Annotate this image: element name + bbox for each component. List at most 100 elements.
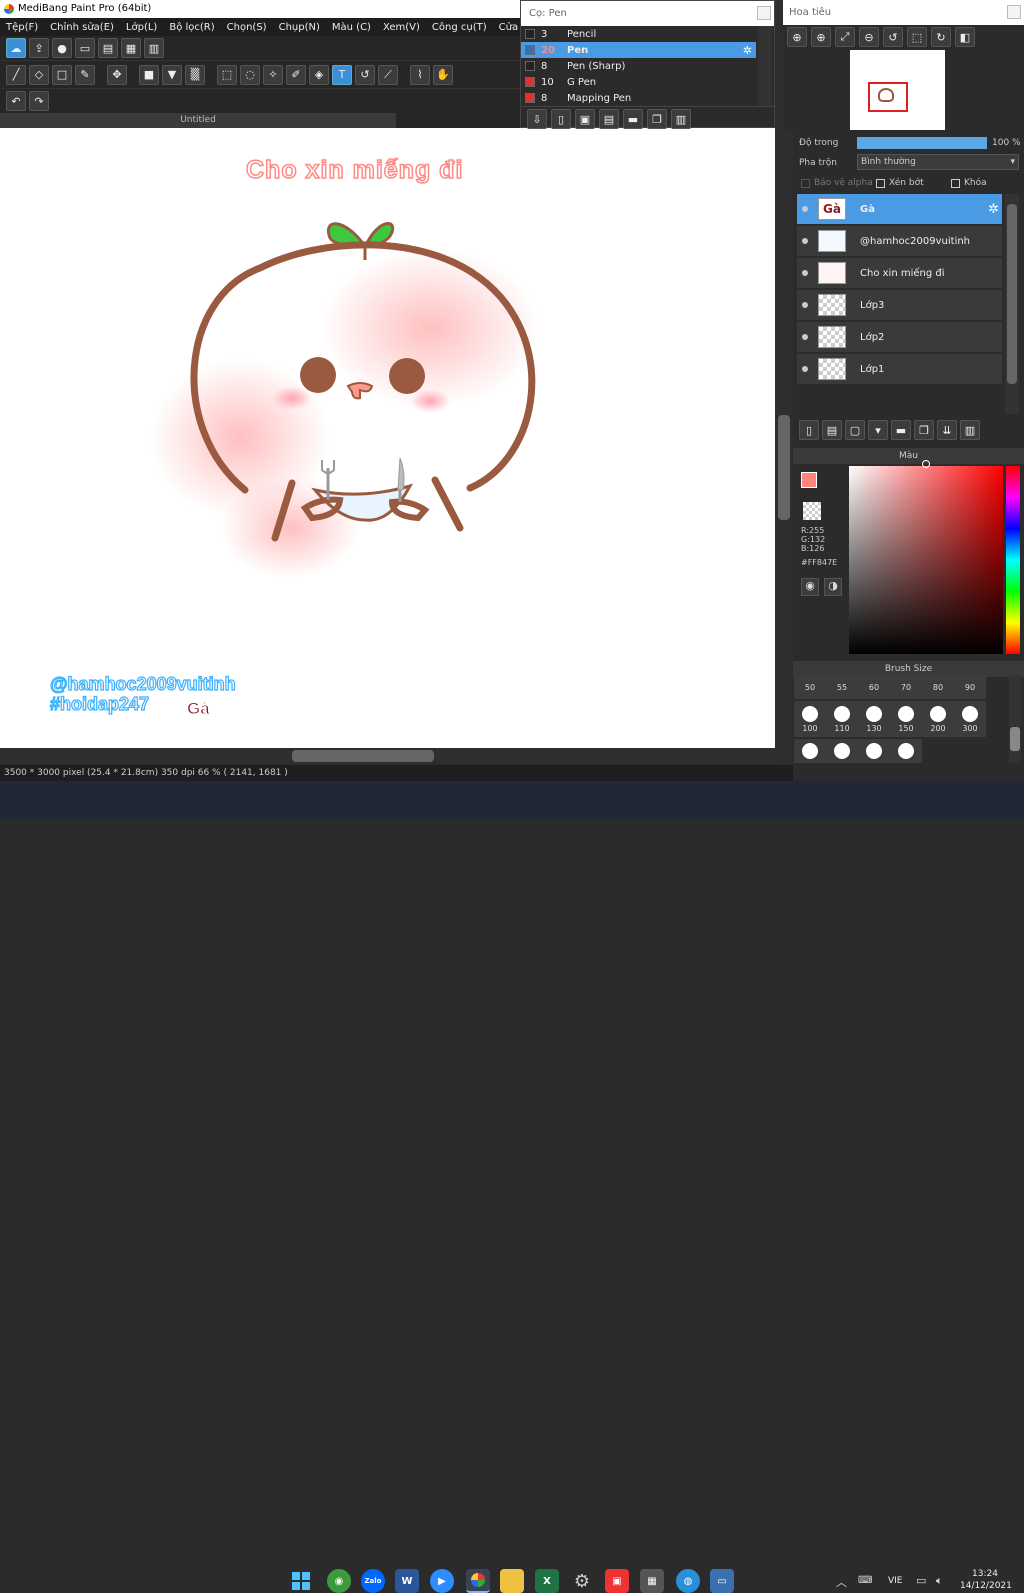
delete-layer-icon[interactable]: ▥ [960,420,980,440]
redo-icon[interactable]: ↷ [29,91,49,111]
magic-wand-icon[interactable]: ✧ [263,64,283,85]
hue-slider[interactable] [1006,466,1020,654]
comment-icon[interactable]: ● [52,38,72,58]
brush-size-option[interactable]: 70 [890,675,922,699]
color-picker-cursor[interactable] [922,460,930,468]
zoom-plus-icon[interactable]: ⊕ [811,27,831,47]
brush-size-option[interactable] [890,739,922,763]
new-layer-1bit-icon[interactable]: ▢ [845,420,865,440]
medibang-taskbar-icon[interactable] [466,1569,490,1593]
gradient-icon[interactable]: ▒ [185,64,205,85]
brush-size-option[interactable] [794,739,826,763]
flip-icon[interactable]: ◧ [955,27,975,47]
language-indicator[interactable]: VIE [888,1576,903,1586]
add-layer-menu-icon[interactable]: ▾ [868,420,888,440]
file-explorer-icon[interactable] [500,1569,524,1593]
layer-item-ga[interactable]: Gà Gà ✲ [797,194,1002,225]
speech-icon[interactable]: ▭ [75,38,95,58]
brush-settings-icon[interactable]: ▣ [575,109,595,129]
menu-capture[interactable]: Chụp(N) [273,22,326,33]
brush-size-option[interactable]: 55 [826,675,858,699]
blend-mode-select[interactable]: Bình thường ▾ [857,154,1019,170]
duplicate-icon[interactable]: ❐ [647,109,667,129]
palette-icon[interactable]: ◉ [801,578,819,596]
eye-icon[interactable] [802,302,808,308]
brush-size-option[interactable]: 50 [794,675,826,699]
clipping-checkbox[interactable]: Xén bớt [876,178,924,188]
menu-edit[interactable]: Chỉnh sửa(E) [44,22,120,33]
brush-size-option[interactable]: 100 [794,701,826,737]
network-icon[interactable]: ▭ [916,1574,926,1587]
brush-size-option[interactable]: 200 [922,701,954,737]
rotate-right-icon[interactable]: ↻ [931,27,951,47]
select-pen-icon[interactable]: ✐ [286,64,306,85]
folder-icon[interactable]: ▬ [623,109,643,129]
menu-filter[interactable]: Bộ lọc(R) [163,22,220,33]
brush-size-option[interactable]: 150 [890,701,922,737]
transparent-color-swatch[interactable] [803,502,821,520]
pen-tool-icon[interactable]: ✎ [75,64,95,85]
brush-icon[interactable]: ╱ [6,64,26,85]
brush-item-selected[interactable]: 20 Pen ✲ [521,42,756,58]
saturation-value-picker[interactable] [849,466,1003,654]
lock-checkbox[interactable]: Khóa [951,178,987,188]
eye-icon[interactable] [802,366,808,372]
divide-icon[interactable]: ⟋ [378,64,398,85]
rotate-left-icon[interactable]: ↺ [883,27,903,47]
gear-icon[interactable]: ✲ [988,202,999,217]
move-icon[interactable]: ✥ [107,64,127,85]
brush-size-scrollbar[interactable] [1009,675,1021,763]
color-history-icon[interactable]: ◑ [824,578,842,596]
browser-globe-icon[interactable]: ◍ [676,1569,700,1593]
keyboard-icon[interactable]: ⌨ [858,1575,872,1586]
vertical-scroll-thumb[interactable] [778,415,790,520]
fit-icon[interactable]: ⤢ [835,27,855,47]
undo-icon[interactable]: ↶ [6,91,26,111]
remote-desktop-icon[interactable]: ▭ [710,1569,734,1593]
brush-size-option[interactable]: 300 [954,701,986,737]
eyedropper-icon[interactable]: ⌇ [410,64,430,85]
operation-icon[interactable]: ↺ [355,64,375,85]
brush-size-option[interactable]: 90 [954,675,986,699]
document-tab[interactable]: Untitled [0,113,396,128]
opacity-slider[interactable] [857,137,987,149]
fill-rect-icon[interactable]: ■ [139,64,159,85]
app-red-icon[interactable]: ▣ [605,1569,629,1593]
menu-layer[interactable]: Lớp(L) [120,22,163,33]
close-icon[interactable] [757,6,771,20]
layer-item-lop3[interactable]: Lớp3 [797,290,1002,321]
cloud-icon[interactable]: ☁ [6,38,26,58]
merge-layer-icon[interactable]: ⇊ [937,420,957,440]
fit-screen-icon[interactable]: ⬚ [907,27,927,47]
eraser-icon[interactable]: ◇ [29,64,49,85]
protect-alpha-checkbox[interactable]: Bảo vệ alpha [801,178,873,188]
cloud-download-icon[interactable]: ⇩ [527,109,547,129]
menu-select[interactable]: Chọn(S) [221,22,273,33]
rectangle-icon[interactable]: □ [52,64,72,85]
new-layer-icon[interactable]: ▯ [799,420,819,440]
trash-icon[interactable]: ▥ [671,109,691,129]
settings-gear-icon[interactable]: ⚙ [570,1569,594,1593]
brush-item[interactable]: 8 Mapping Pen [521,90,756,106]
volume-icon[interactable]: 🔈︎ [936,1574,943,1588]
zalo-icon[interactable]: Zalo [361,1569,385,1593]
chevron-up-icon[interactable]: ︿ [836,1574,847,1590]
grid-icon[interactable]: ▦ [121,38,141,58]
horizontal-scroll-thumb[interactable] [292,750,434,762]
zoom-in-icon[interactable]: ⊕ [787,27,807,47]
layer-item-watermark[interactable]: @hamhoc2009vuitinh [797,226,1002,257]
eye-icon[interactable] [802,206,808,212]
brush-size-option[interactable]: 80 [922,675,954,699]
share-icon[interactable]: ⇪ [29,38,49,58]
eye-icon[interactable] [802,334,808,340]
new-brush-icon[interactable]: ▯ [551,109,571,129]
menu-tools[interactable]: Công cụ(T) [426,22,493,33]
menu-file[interactable]: Tệp(F) [0,22,44,33]
windows-start-icon[interactable] [289,1569,313,1593]
drawing-canvas[interactable]: Cho xin miếng đi @hamhoc2009vuitinh #hoi… [0,128,775,748]
clock[interactable]: 13:24 14/12/2021 [960,1568,1012,1592]
brush-item[interactable]: 3 Pencil [521,26,756,42]
hand-icon[interactable]: ✋ [433,64,453,85]
excel-icon[interactable]: X [535,1569,559,1593]
eye-icon[interactable] [802,270,808,276]
